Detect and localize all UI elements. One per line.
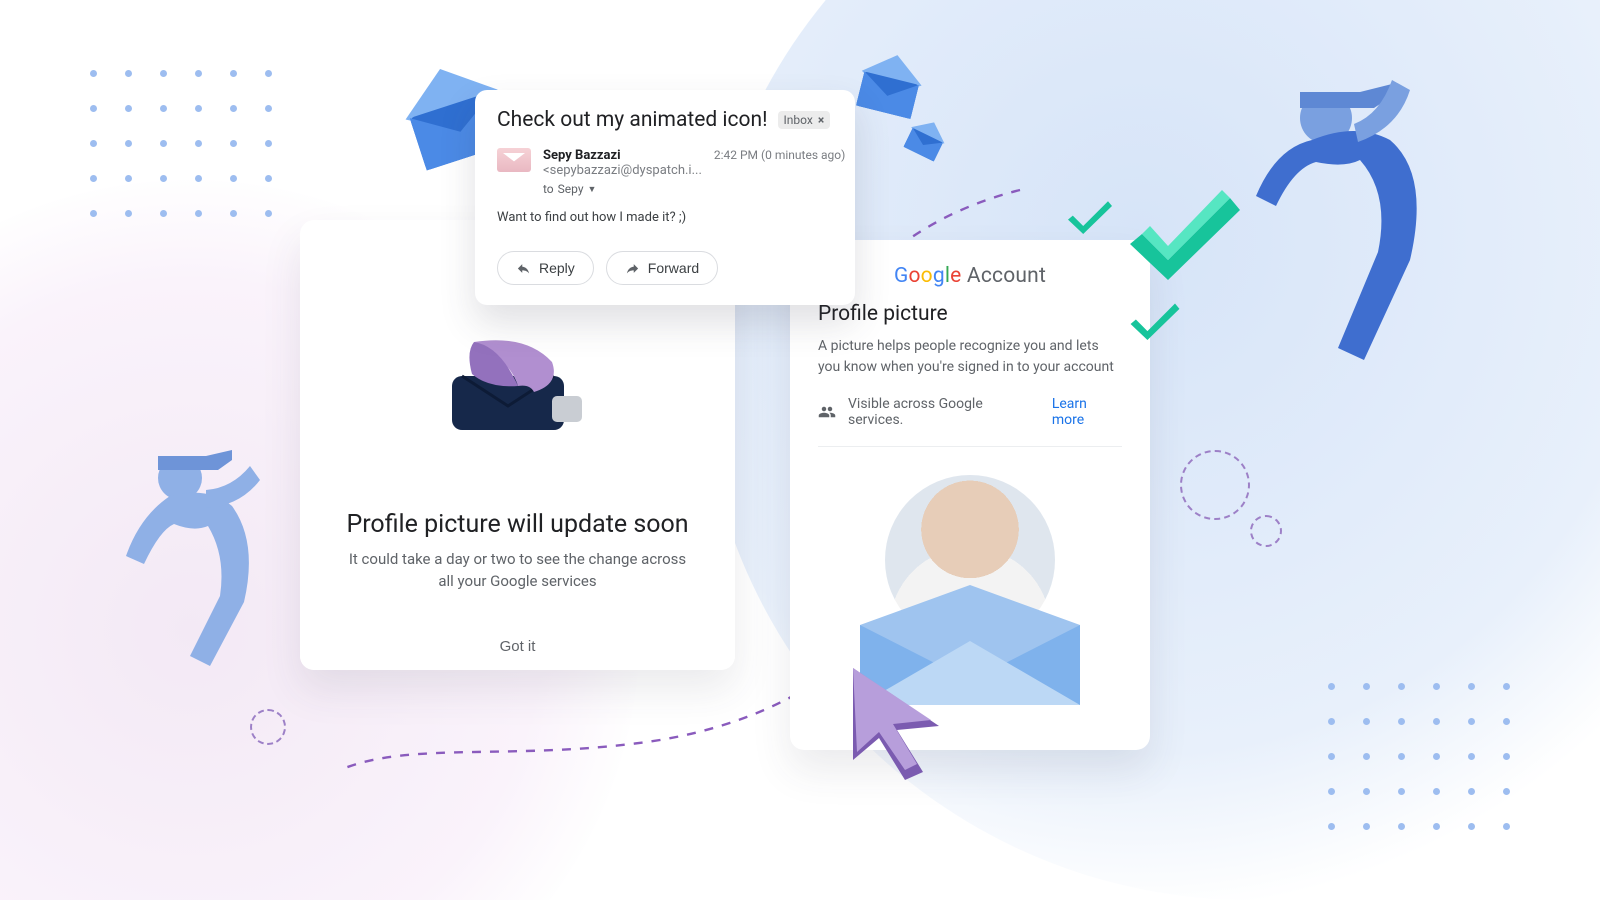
animated-mail-icon xyxy=(448,340,588,440)
people-icon xyxy=(818,403,836,421)
sender-name: Sepy Bazzazi xyxy=(543,148,621,163)
dot-grid-top-left xyxy=(90,70,272,217)
dashed-circle-icon xyxy=(1250,515,1282,547)
sender-avatar-icon xyxy=(497,148,531,172)
email-body: Want to find out how I made it? ;) xyxy=(497,210,833,225)
to-name: Sepy xyxy=(558,182,584,196)
chevron-down-icon: ▼ xyxy=(588,184,597,195)
checkmark-3d-icon xyxy=(1130,190,1240,280)
dashed-circle-icon xyxy=(1180,450,1250,520)
update-title: Profile picture will update soon xyxy=(346,510,688,539)
forward-button[interactable]: Forward xyxy=(606,251,718,285)
recipient-dropdown[interactable]: to Sepy ▼ xyxy=(543,182,702,196)
checkmark-3d-icon xyxy=(1068,198,1112,234)
update-subtitle: It could take a day or two to see the ch… xyxy=(300,549,735,593)
reply-label: Reply xyxy=(539,260,575,276)
checkmark-3d-icon xyxy=(1130,300,1180,340)
profile-picture-heading: Profile picture xyxy=(818,302,1122,326)
reply-button[interactable]: Reply xyxy=(497,251,594,285)
forward-arrow-icon xyxy=(625,261,640,276)
learn-more-link[interactable]: Learn more xyxy=(1052,396,1122,428)
google-account-logo: Google Account xyxy=(818,264,1122,288)
celebrating-figure-icon xyxy=(110,430,270,670)
dot-grid-bottom-right xyxy=(1328,683,1510,830)
email-preview-card: Check out my animated icon! Inbox × Sepy… xyxy=(475,90,855,305)
dashed-circle-icon xyxy=(250,709,286,745)
got-it-button[interactable]: Got it xyxy=(300,622,735,670)
email-timestamp: 2:42 PM (0 minutes ago) xyxy=(714,148,845,196)
forward-label: Forward xyxy=(648,260,699,276)
profile-picture-description: A picture helps people recognize you and… xyxy=(818,336,1122,378)
email-subject: Check out my animated icon! xyxy=(497,108,768,132)
account-word: Account xyxy=(967,264,1046,288)
reply-arrow-icon xyxy=(516,261,531,276)
sender-line: Sepy Bazzazi <sepybazzazi@dyspatch.i... xyxy=(543,148,702,178)
inbox-label-text: Inbox xyxy=(784,113,813,127)
visibility-text: Visible across Google services. xyxy=(848,396,1040,428)
celebrating-figure-icon xyxy=(1230,60,1430,380)
cursor-3d-icon xyxy=(835,660,955,780)
sender-address: <sepybazzazi@dyspatch.i... xyxy=(543,163,702,178)
to-prefix: to xyxy=(543,182,554,196)
visibility-row: Visible across Google services. Learn mo… xyxy=(818,396,1122,447)
inbox-label-chip[interactable]: Inbox × xyxy=(778,111,831,129)
remove-label-icon[interactable]: × xyxy=(818,113,824,127)
